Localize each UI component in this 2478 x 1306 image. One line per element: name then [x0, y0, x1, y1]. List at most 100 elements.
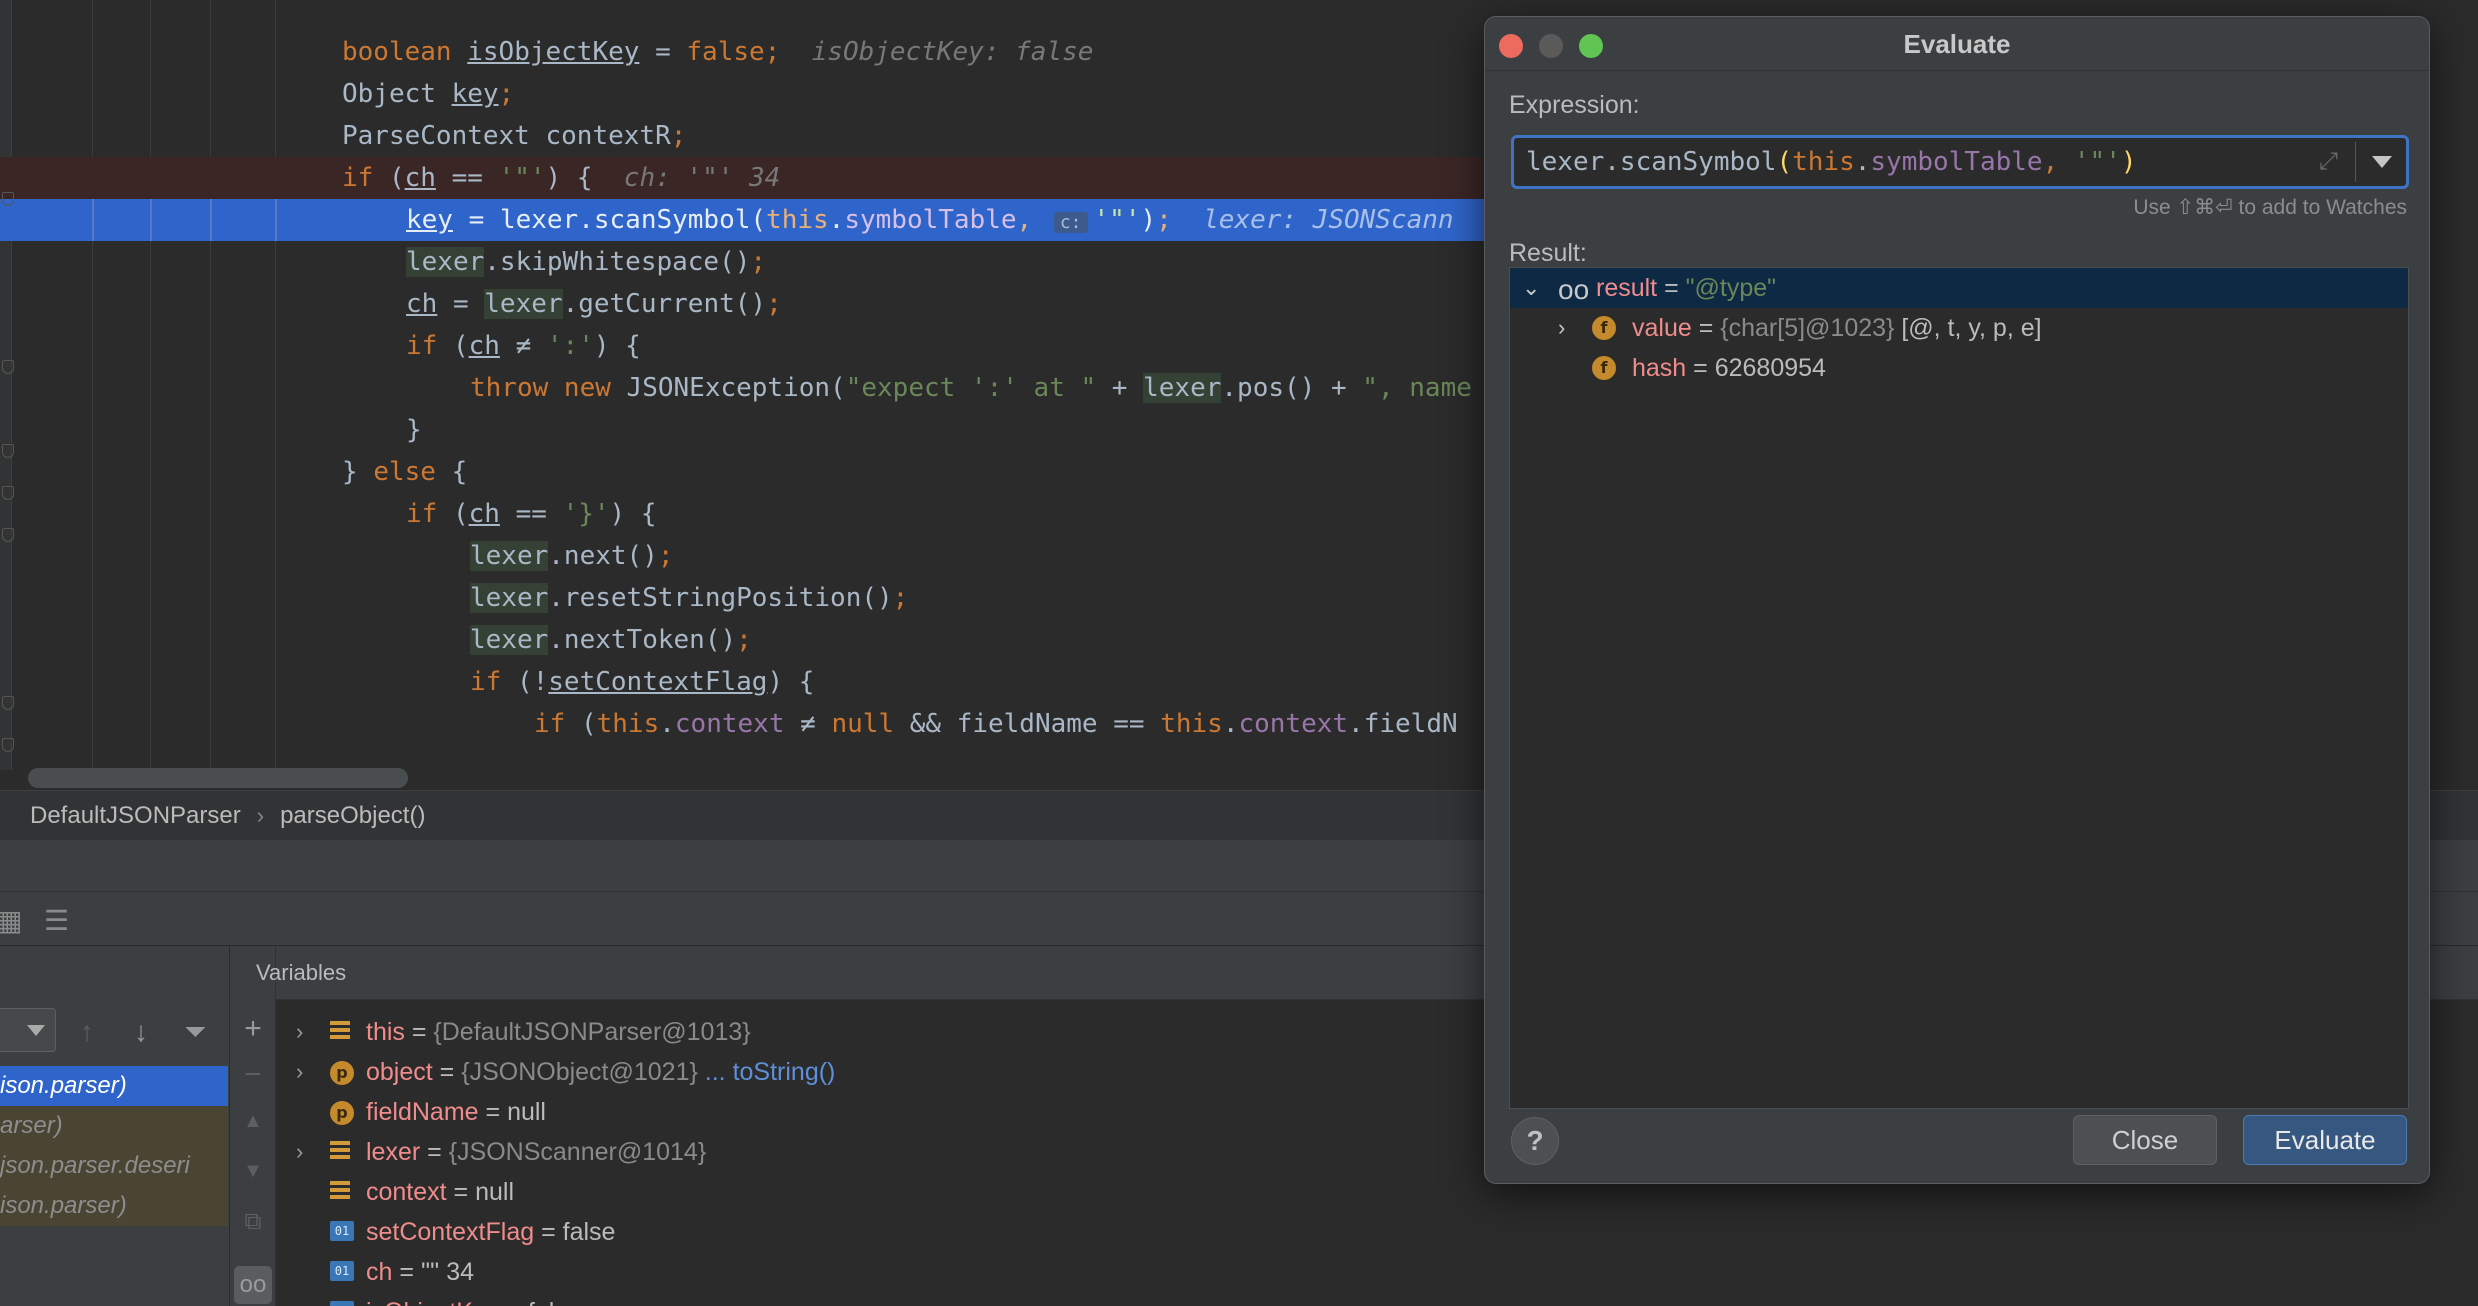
evaluate-button[interactable]: Evaluate [2243, 1115, 2407, 1165]
code-line[interactable]: lexer.resetStringPosition(); [0, 577, 1486, 619]
code-token: + [1096, 373, 1144, 403]
move-up-icon[interactable]: ▲ [230, 1110, 276, 1133]
code-text: boolean isObjectKey = false; isObjectKey… [342, 31, 1093, 73]
expression-input[interactable]: lexer.scanSymbol(this.symbolTable, '"') … [1511, 135, 2409, 189]
close-button[interactable]: Close [2073, 1115, 2217, 1165]
watch-glasses-icon: oo [1558, 274, 1590, 305]
code-line[interactable]: } else { [0, 451, 1486, 493]
help-button[interactable]: ? [1511, 1117, 1559, 1165]
code-line[interactable]: if (ch == '}') { [0, 493, 1486, 535]
variable-row[interactable]: › p object = {JSONObject@1021} ... toStrin… [276, 1052, 1576, 1092]
variable-row[interactable]: p fieldName = null [276, 1092, 1576, 1132]
code-line[interactable]: } [0, 409, 1486, 451]
tree-op: = [1686, 354, 1715, 382]
chevron-right-icon[interactable]: › [296, 1132, 303, 1172]
field-icon: f [1592, 356, 1616, 380]
result-label: Result: [1509, 239, 1587, 267]
tree-var-name: value [1632, 314, 1692, 342]
frame-item[interactable]: arser) [0, 1106, 228, 1146]
fold-marker-icon[interactable] [2, 738, 14, 752]
variable-op: = [499, 1298, 528, 1306]
code-line[interactable]: lexer.skipWhitespace(); [0, 241, 1486, 283]
tree-op: = [1657, 274, 1686, 302]
code-token: ) { [545, 163, 593, 193]
variable-text: lexer = {JSONScanner@1014} [366, 1132, 706, 1172]
code-line[interactable]: ch = lexer.getCurrent(); [0, 283, 1486, 325]
primitive-icon: 01 [330, 1221, 354, 1241]
code-token: } [342, 457, 374, 487]
breakpoint-line[interactable]: if (ch == '"') { ch: '"' 34 [0, 157, 1486, 199]
chevron-right-icon[interactable]: › [296, 1012, 303, 1052]
code-line[interactable]: if (ch ≠ ':') { [0, 325, 1486, 367]
code-line[interactable]: if (!setContextFlag) { [0, 661, 1486, 703]
code-token: ch [406, 289, 438, 319]
fold-marker-icon[interactable] [2, 696, 14, 710]
copy-icon[interactable]: ⧉ [230, 1208, 276, 1236]
arrow-down-icon[interactable]: ↓ [134, 1016, 148, 1048]
code-token: , [1016, 205, 1048, 235]
remove-watch-icon[interactable]: − [230, 1058, 276, 1092]
breadcrumb-class[interactable]: DefaultJSONParser [30, 802, 241, 830]
dialog-titlebar[interactable]: Evaluate [1485, 17, 2429, 71]
code-line[interactable]: boolean isObjectKey = false; isObjectKey… [0, 31, 1486, 73]
result-tree[interactable]: ⌄ oo result = "@type" › f value = {char[… [1509, 267, 2409, 1109]
variable-row[interactable]: 01 setContextFlag = false [276, 1212, 1576, 1252]
fold-marker-icon[interactable] [2, 444, 14, 458]
variable-row[interactable]: context = null [276, 1172, 1576, 1212]
code-token: c: [1053, 212, 1088, 233]
chevron-down-icon[interactable]: ⌄ [1522, 268, 1540, 308]
variable-row[interactable]: 01 isObjectKey = false [276, 1292, 1576, 1306]
chevron-right-icon[interactable]: › [296, 1052, 303, 1092]
tree-row-value[interactable]: › f value = {char[5]@1023} [@, t, y, p, … [1510, 308, 2408, 348]
variable-op: = [432, 1058, 462, 1086]
code-line[interactable]: lexer.nextToken(); [0, 619, 1486, 661]
code-line[interactable]: ParseContext contextR; [0, 115, 1486, 157]
code-editor[interactable]: boolean isObjectKey = false; isObjectKey… [0, 0, 1486, 790]
variable-value: false [528, 1298, 581, 1306]
variable-link[interactable]: ... toString() [698, 1058, 836, 1086]
thread-selector[interactable] [0, 1008, 56, 1052]
horizontal-scrollbar[interactable] [28, 768, 408, 788]
move-down-icon[interactable]: ▼ [230, 1160, 276, 1183]
code-text: lexer.next(); [470, 535, 674, 577]
watches-toggle-icon[interactable]: oo [234, 1266, 272, 1304]
variable-row[interactable]: › lexer = {JSONScanner@1014} [276, 1132, 1576, 1172]
expand-editor-icon[interactable]: ⤢ [2319, 148, 2338, 176]
thread-view-icon[interactable]: ☰ [44, 904, 69, 937]
object-icon [330, 1141, 350, 1161]
fold-marker-icon[interactable] [2, 486, 14, 500]
filter-icon[interactable]: ⏷ [184, 1016, 206, 1049]
breadcrumb-method[interactable]: parseObject() [280, 802, 425, 830]
tree-row-result[interactable]: ⌄ oo result = "@type" [1510, 268, 2408, 308]
add-watch-icon[interactable]: + [230, 1012, 276, 1046]
code-token: JSONException( [626, 373, 846, 403]
variable-row[interactable]: › this = {DefaultJSONParser@1013} [276, 1012, 1576, 1052]
indent-guide [210, 199, 212, 241]
frame-item[interactable]: ison.parser) [0, 1186, 228, 1226]
parameter-icon: p [330, 1101, 354, 1125]
code-token: ; [1156, 205, 1172, 235]
code-line[interactable]: lexer.next(); [0, 535, 1486, 577]
expr-part: . [1854, 147, 1871, 177]
arrow-up-icon[interactable]: ↑ [80, 1016, 94, 1048]
code-token: if [470, 667, 517, 697]
history-dropdown-icon[interactable] [2372, 156, 2392, 168]
frame-item[interactable]: ison.parser) [0, 1066, 228, 1106]
frame-item[interactable]: json.parser.deseri [0, 1146, 228, 1186]
fold-marker-icon[interactable] [2, 528, 14, 542]
code-token: ( [580, 709, 597, 739]
table-view-icon[interactable]: ▦ [0, 904, 22, 937]
tree-row-hash[interactable]: f hash = 62680954 [1510, 348, 2408, 388]
expression-text[interactable]: lexer.scanSymbol(this.symbolTable, '"') [1526, 138, 2137, 186]
current-execution-line[interactable]: key = lexer.scanSymbol(this.symbolTable,… [0, 199, 1486, 241]
variable-op: = [478, 1098, 508, 1126]
code-line[interactable]: throw new JSONException("expect ':' at "… [0, 367, 1486, 409]
variable-row[interactable]: 01 ch = '"' 34 [276, 1252, 1576, 1292]
fold-marker-icon[interactable] [2, 360, 14, 374]
chevron-right-icon[interactable]: › [1558, 308, 1565, 348]
code-line[interactable]: if (this.context ≠ null && fieldName == … [0, 703, 1486, 745]
code-line[interactable]: Object key; [0, 73, 1486, 115]
fold-marker-icon[interactable] [2, 192, 14, 206]
code-text: lexer.resetStringPosition(); [470, 577, 908, 619]
code-token: ch [404, 163, 436, 193]
